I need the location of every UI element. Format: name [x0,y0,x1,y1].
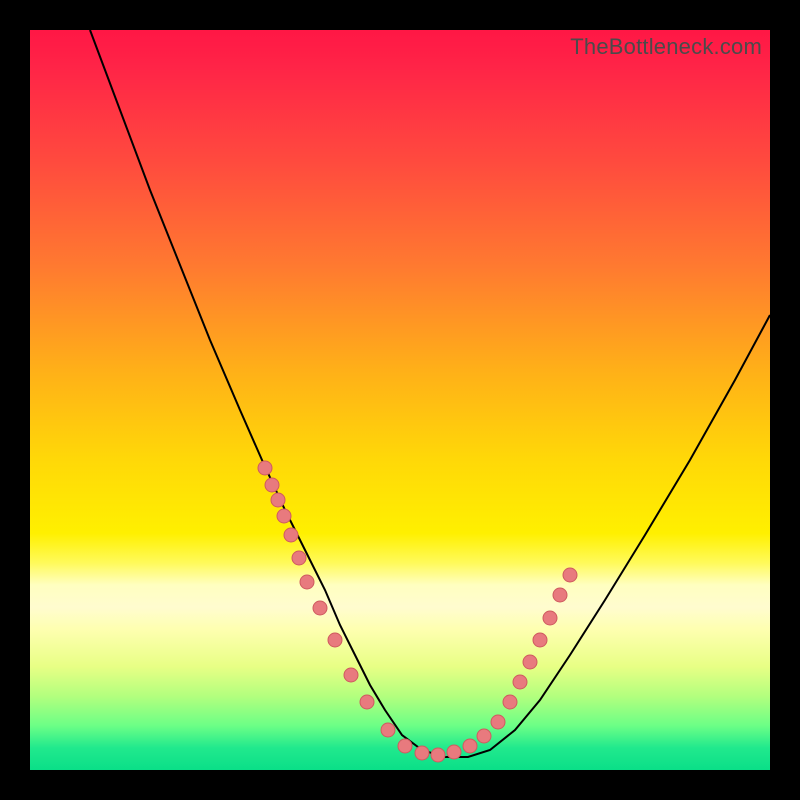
scatter-dot [477,729,491,743]
scatter-dot [523,655,537,669]
scatter-dot [300,575,314,589]
scatter-dot [415,746,429,760]
scatter-dot [431,748,445,762]
scatter-dots [258,461,577,762]
scatter-dot [313,601,327,615]
scatter-dot [553,588,567,602]
scatter-dot [271,493,285,507]
scatter-dot [503,695,517,709]
scatter-dot [292,551,306,565]
scatter-dot [533,633,547,647]
scatter-dot [398,739,412,753]
scatter-dot [543,611,557,625]
scatter-dot [328,633,342,647]
chart-frame: TheBottleneck.com [0,0,800,800]
scatter-dot [491,715,505,729]
scatter-dot [381,723,395,737]
scatter-dot [258,461,272,475]
scatter-dot [563,568,577,582]
scatter-dot [463,739,477,753]
scatter-dot [265,478,279,492]
scatter-dot [513,675,527,689]
scatter-dot [277,509,291,523]
plot-area: TheBottleneck.com [30,30,770,770]
chart-svg [30,30,770,770]
bottleneck-curve [90,30,770,757]
scatter-dot [447,745,461,759]
scatter-dot [284,528,298,542]
scatter-dot [344,668,358,682]
scatter-dot [360,695,374,709]
